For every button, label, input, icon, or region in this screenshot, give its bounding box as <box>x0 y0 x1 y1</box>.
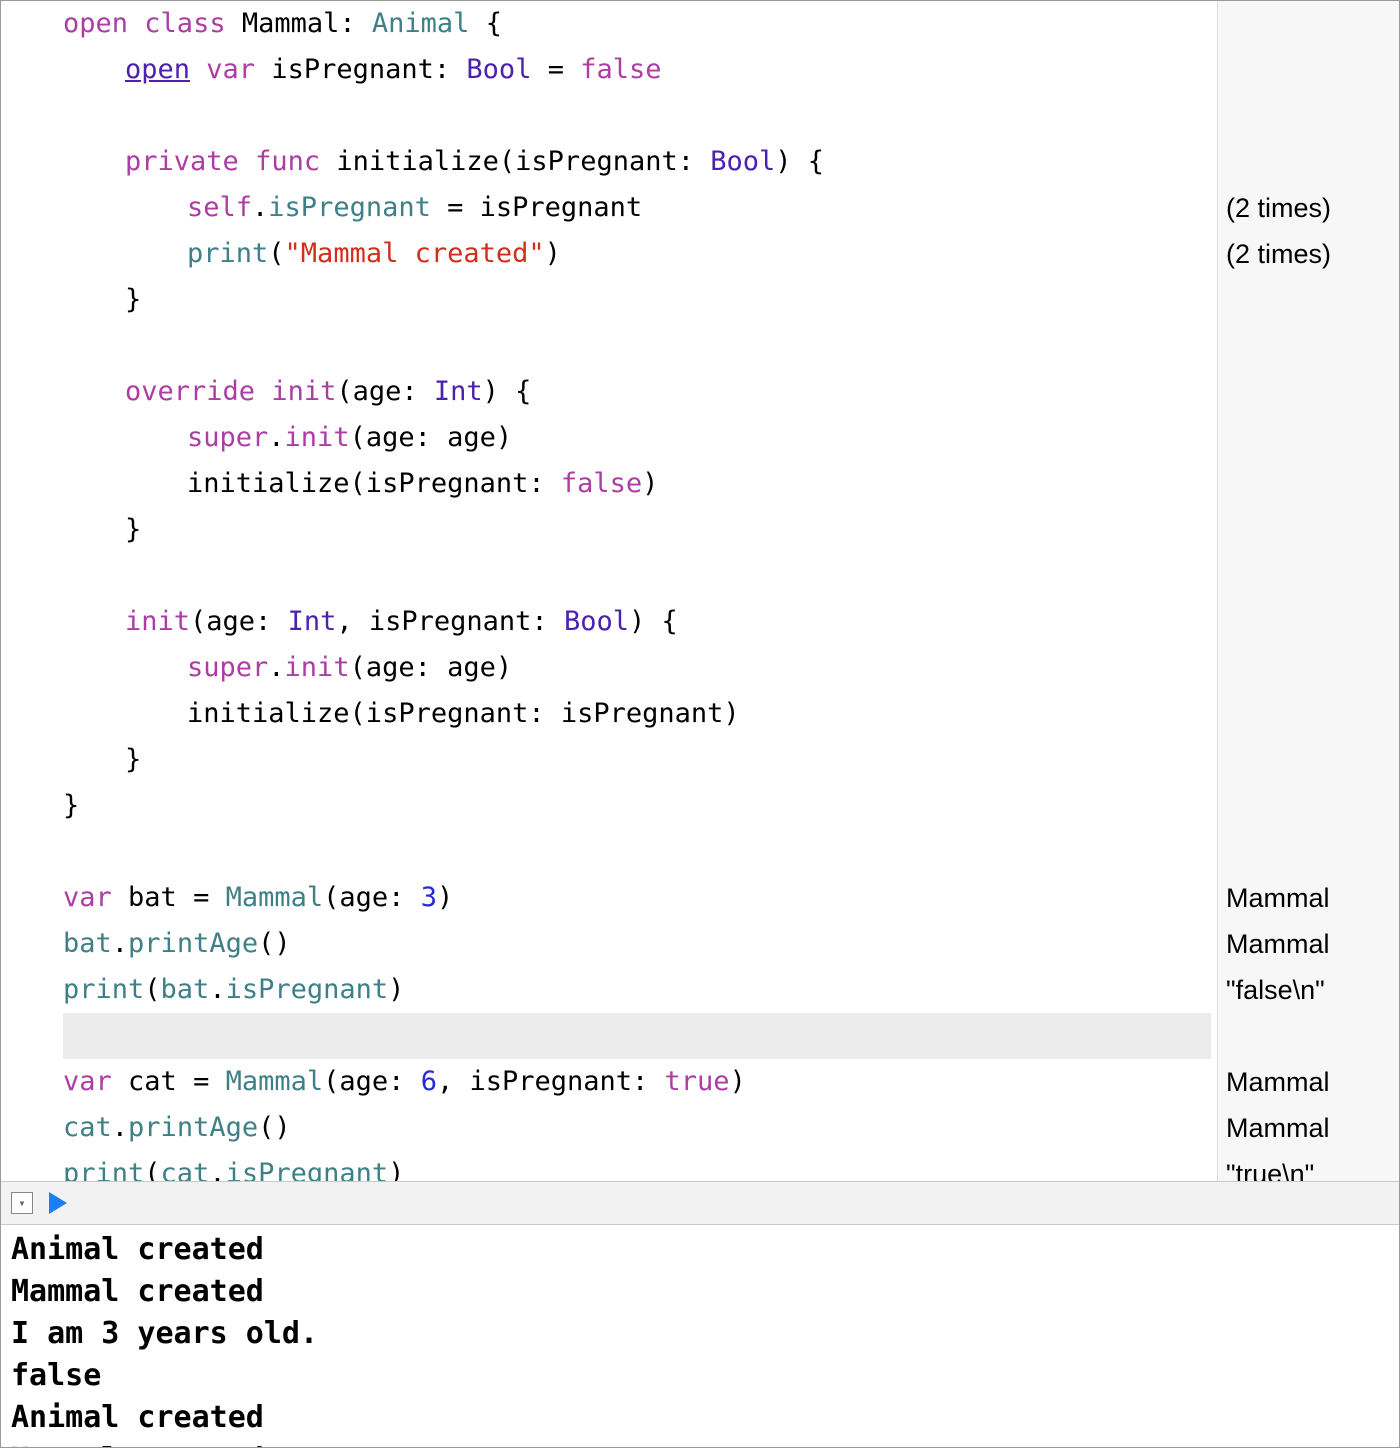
code-line[interactable] <box>63 93 1211 139</box>
result-line: Mammal <box>1226 1059 1391 1105</box>
code-line[interactable]: print("Mammal created") <box>63 231 1211 277</box>
code-line[interactable]: private func initialize(isPregnant: Bool… <box>63 139 1211 185</box>
code-line[interactable]: initialize(isPregnant: isPregnant) <box>63 691 1211 737</box>
result-line: (2 times) <box>1226 185 1391 231</box>
code-line[interactable]: var bat = Mammal(age: 3) <box>63 875 1211 921</box>
result-line: Mammal <box>1226 921 1391 967</box>
result-line <box>1226 645 1391 691</box>
code-line[interactable]: override init(age: Int) { <box>63 369 1211 415</box>
console-line: Mammal created <box>11 1439 1389 1447</box>
result-line <box>1226 277 1391 323</box>
result-line <box>1226 461 1391 507</box>
code-line[interactable]: var cat = Mammal(age: 6, isPregnant: tru… <box>63 1059 1211 1105</box>
code-line[interactable]: } <box>63 277 1211 323</box>
code-editor[interactable]: open class Mammal: Animal {open var isPr… <box>57 1 1217 1181</box>
code-line[interactable]: } <box>63 737 1211 783</box>
console-line: Animal created <box>11 1229 1389 1271</box>
debug-toolbar: ▾ <box>1 1181 1399 1225</box>
console-line: false <box>11 1355 1389 1397</box>
chevron-down-icon: ▾ <box>18 1196 25 1210</box>
console-line: Animal created <box>11 1397 1389 1439</box>
console-output[interactable]: Animal createdMammal createdI am 3 years… <box>1 1225 1399 1447</box>
result-line: "true\n" <box>1226 1151 1391 1181</box>
code-line[interactable]: cat.printAge() <box>63 1105 1211 1151</box>
results-sidebar: (2 times)(2 times) MammalMammal"false\n"… <box>1217 1 1399 1181</box>
code-line[interactable]: open var isPregnant: Bool = false <box>63 47 1211 93</box>
result-line <box>1226 1013 1391 1059</box>
result-line <box>1226 829 1391 875</box>
result-line <box>1226 507 1391 553</box>
line-gutter <box>1 1 57 1181</box>
result-line: Mammal <box>1226 875 1391 921</box>
console-line: I am 3 years old. <box>11 1313 1389 1355</box>
result-line <box>1226 737 1391 783</box>
result-line <box>1226 553 1391 599</box>
debug-dropdown-button[interactable]: ▾ <box>11 1192 33 1214</box>
code-line[interactable]: print(cat.isPregnant) <box>63 1151 1211 1181</box>
code-line[interactable] <box>63 829 1211 875</box>
console-line: Mammal created <box>11 1271 1389 1313</box>
result-line <box>1226 783 1391 829</box>
code-line[interactable]: self.isPregnant = isPregnant <box>63 185 1211 231</box>
editor-area: open class Mammal: Animal {open var isPr… <box>1 1 1399 1181</box>
result-line <box>1226 369 1391 415</box>
code-line[interactable] <box>63 1013 1211 1059</box>
result-line <box>1226 691 1391 737</box>
run-button[interactable] <box>49 1192 67 1214</box>
code-line[interactable] <box>63 323 1211 369</box>
result-line: Mammal <box>1226 1105 1391 1151</box>
result-line <box>1226 1 1391 47</box>
code-line[interactable]: super.init(age: age) <box>63 415 1211 461</box>
result-line <box>1226 323 1391 369</box>
code-line[interactable]: super.init(age: age) <box>63 645 1211 691</box>
result-line <box>1226 47 1391 93</box>
result-line: "false\n" <box>1226 967 1391 1013</box>
code-line[interactable]: print(bat.isPregnant) <box>63 967 1211 1013</box>
code-line[interactable]: bat.printAge() <box>63 921 1211 967</box>
code-line[interactable]: init(age: Int, isPregnant: Bool) { <box>63 599 1211 645</box>
code-line[interactable] <box>63 553 1211 599</box>
code-line[interactable]: } <box>63 507 1211 553</box>
result-line <box>1226 93 1391 139</box>
result-line <box>1226 139 1391 185</box>
result-line: (2 times) <box>1226 231 1391 277</box>
result-line <box>1226 599 1391 645</box>
code-line[interactable]: initialize(isPregnant: false) <box>63 461 1211 507</box>
code-line[interactable]: } <box>63 783 1211 829</box>
result-line <box>1226 415 1391 461</box>
code-line[interactable]: open class Mammal: Animal { <box>63 1 1211 47</box>
